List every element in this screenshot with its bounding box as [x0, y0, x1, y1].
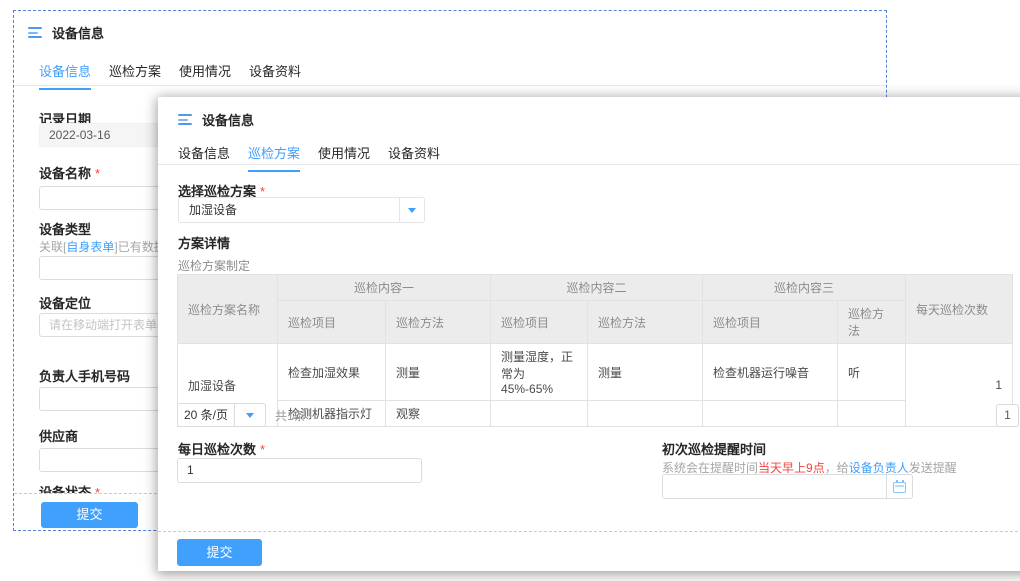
form-title: 设备信息: [52, 23, 104, 42]
cell-g2-item: 测量湿度，正常为45%-65%: [491, 344, 588, 401]
modal-footer: 提交: [158, 531, 1020, 571]
cell-g3-item: 检查机器运行噪音: [703, 344, 838, 401]
tab-usage[interactable]: 使用情况: [318, 143, 370, 172]
col-g2-method: 巡检方法: [588, 301, 703, 344]
calendar-button[interactable]: [887, 474, 913, 499]
self-form-link[interactable]: 自身表单: [66, 240, 114, 254]
col-g3-method: 巡检方法: [838, 301, 906, 344]
pagination: 20 条/页 共1条: [177, 403, 306, 427]
table-header-row-1: 巡检方案名称 巡检内容一 巡检内容二 巡检内容三 每天巡检次数: [178, 275, 1013, 301]
submit-button[interactable]: 提交: [177, 539, 262, 566]
cell-g2-method: 测量: [588, 344, 703, 401]
supplier-label: 供应商: [39, 426, 78, 445]
cell-g3-method: 听: [838, 344, 906, 401]
daily-count-field[interactable]: 1: [177, 458, 422, 483]
screen: 设备信息 设备信息 巡检方案 使用情况 设备资料 记录日期 2022-03-16…: [0, 0, 1020, 581]
device-location-label: 设备定位: [39, 293, 91, 312]
col-group-2: 巡检内容二: [491, 275, 703, 301]
reminder-time-label: 初次巡检提醒时间: [662, 439, 766, 458]
table-header-row-2: 巡检项目 巡检方法 巡检项目 巡检方法 巡检项目 巡检方法: [178, 301, 1013, 344]
daily-count-label: 每日巡检次数*: [178, 439, 265, 458]
submit-button[interactable]: 提交: [41, 502, 138, 528]
plan-select-value[interactable]: 加湿设备: [178, 197, 400, 223]
inspection-plan-modal: 设备信息 设备信息 巡检方案 使用情况 设备资料 选择巡检方案* 加湿设备 方案…: [158, 97, 1020, 571]
cell-g1-item: 检查加湿效果: [278, 344, 386, 401]
plan-details-title: 方案详情: [178, 233, 230, 252]
tab-device-docs[interactable]: 设备资料: [388, 143, 440, 172]
form-header: 设备信息: [28, 23, 104, 42]
required-mark: *: [95, 166, 100, 181]
menu-icon: [28, 27, 42, 38]
plan-select[interactable]: 加湿设备: [178, 197, 425, 223]
menu-icon: [178, 114, 192, 125]
cell-g1-method: 测量: [386, 344, 491, 401]
cell-g2-method: [588, 401, 703, 427]
chevron-down-icon: [408, 208, 416, 213]
modal-tab-divider: [158, 164, 1020, 165]
cell-g2-item: [491, 401, 588, 427]
cell-g3-method: [838, 401, 906, 427]
reminder-time-field[interactable]: [662, 474, 887, 499]
cell-g1-method: 观察: [386, 401, 491, 427]
col-g3-item: 巡检项目: [703, 301, 838, 344]
chevron-down-icon: [246, 413, 254, 418]
cell-g3-item: [703, 401, 838, 427]
col-g2-item: 巡检项目: [491, 301, 588, 344]
page-size-dropdown-button[interactable]: [235, 403, 266, 427]
reminder-time-highlight: 当天早上9点: [758, 461, 825, 475]
modal-title: 设备信息: [202, 110, 254, 129]
reminder-time-picker[interactable]: [662, 474, 913, 499]
page-size-select[interactable]: 20 条/页: [177, 403, 235, 427]
plan-select-dropdown-button[interactable]: [400, 197, 425, 223]
tab-inspection-plan[interactable]: 巡检方案: [248, 143, 300, 172]
modal-header: 设备信息: [178, 110, 254, 129]
required-mark: *: [260, 442, 265, 457]
table-row: 加湿设备 检查加湿效果 测量 测量湿度，正常为45%-65% 测量 检查机器运行…: [178, 344, 1013, 401]
col-g1-item: 巡检项目: [278, 301, 386, 344]
modal-tab-bar: 设备信息 巡检方案 使用情况 设备资料: [178, 143, 440, 172]
col-group-1: 巡检内容一: [278, 275, 491, 301]
plan-table-label: 巡检方案制定: [178, 257, 250, 274]
device-type-label: 设备类型: [39, 219, 91, 238]
col-plan-name: 巡检方案名称: [178, 275, 278, 344]
tab-device-info[interactable]: 设备信息: [178, 143, 230, 172]
pagination-total: 共1条: [275, 407, 306, 424]
device-name-label: 设备名称*: [39, 163, 100, 182]
tab-divider: [14, 85, 886, 86]
device-location-placeholder: 请在移动端打开表单获: [49, 318, 169, 332]
pagination-page-1-button[interactable]: 1: [996, 404, 1019, 427]
col-daily-count: 每天巡检次数: [906, 275, 1013, 344]
owner-phone-label: 负责人手机号码: [39, 366, 130, 385]
col-group-3: 巡检内容三: [703, 275, 906, 301]
device-owner-link[interactable]: 设备负责人: [849, 461, 909, 475]
col-g1-method: 巡检方法: [386, 301, 491, 344]
calendar-icon: [893, 482, 906, 493]
